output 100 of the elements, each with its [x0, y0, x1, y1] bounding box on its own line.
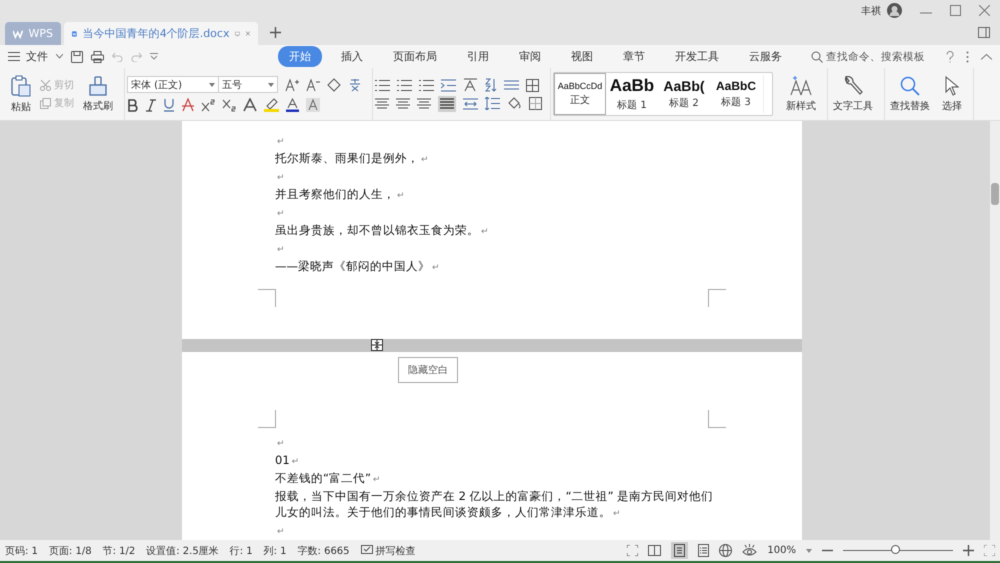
style-preview: AaBbCcDd	[558, 81, 602, 91]
zoom-in-icon[interactable]	[963, 545, 974, 556]
new-style-button[interactable]: 新样式	[783, 74, 819, 114]
style-option[interactable]: AaBb 标题 1	[606, 73, 658, 115]
search-field[interactable]: 查找命令、搜索模板	[811, 50, 934, 62]
line-spacing-icon[interactable]	[485, 97, 500, 110]
help-icon[interactable]	[946, 50, 954, 62]
paragraph: ↵	[276, 136, 286, 149]
status-item: 页面: 1/8	[48, 544, 92, 558]
ribbon-tab[interactable]: 审阅	[508, 46, 552, 67]
side-panel-icon[interactable]	[978, 27, 990, 38]
shrink-font-icon[interactable]	[306, 78, 320, 92]
new-tab-icon[interactable]	[270, 27, 281, 38]
list-icon[interactable]	[419, 78, 434, 92]
text-tools-button[interactable]: 文字工具	[830, 74, 876, 114]
page-join-icon[interactable]	[371, 338, 383, 351]
outline-view-icon[interactable]	[698, 544, 710, 557]
zoom-slider-thumb[interactable]	[890, 545, 900, 554]
find-replace-button[interactable]: 查找替换	[887, 74, 933, 114]
font-size-select[interactable]: 五号	[218, 76, 278, 93]
vertical-scrollbar[interactable]	[990, 121, 1000, 540]
file-menu[interactable]: 文件	[26, 49, 48, 64]
crop-mark-icon	[708, 289, 726, 307]
avatar-icon[interactable]	[887, 3, 902, 18]
page-view-icon[interactable]	[674, 544, 686, 557]
style-option[interactable]: AaBbCcDd 正文	[554, 73, 606, 115]
spell-check-button[interactable]: 拼写检查	[360, 544, 416, 558]
paste-button[interactable]: 粘贴	[8, 72, 34, 116]
subscript-icon[interactable]	[222, 98, 236, 112]
align-icon[interactable]	[417, 98, 431, 110]
close-icon[interactable]	[979, 5, 990, 16]
user-name[interactable]: 丰祺	[861, 4, 881, 18]
dropdown-icon[interactable]	[150, 53, 158, 60]
list-icon[interactable]	[375, 78, 390, 92]
paragraph: ↵	[276, 244, 286, 257]
ribbon-tab[interactable]: 章节	[612, 46, 656, 67]
save-icon[interactable]	[71, 50, 83, 62]
ribbon-tab[interactable]: 云服务	[738, 46, 793, 67]
zoom-dropdown[interactable]: 100%	[767, 545, 796, 556]
align-icon[interactable]	[375, 98, 389, 110]
printer-icon[interactable]	[91, 50, 104, 62]
collapse-icon[interactable]	[981, 54, 992, 60]
style-option[interactable]: AaBbC 标题 3	[710, 73, 762, 115]
sort-icon[interactable]	[485, 78, 497, 92]
caret-icon	[268, 82, 274, 86]
caret-icon[interactable]	[806, 548, 812, 552]
paragraph: 托尔斯泰、雨果们是例外， ↵	[275, 150, 430, 167]
eraser-icon[interactable]	[327, 78, 341, 92]
style-name: 正文	[570, 94, 590, 107]
underline-icon[interactable]	[163, 98, 175, 112]
indent-icon[interactable]	[441, 78, 456, 92]
align-icon[interactable]	[396, 98, 410, 110]
maximize-icon[interactable]	[950, 5, 961, 16]
format-painter-button[interactable]: 格式刷	[80, 74, 116, 114]
paragraph: ↵	[276, 526, 286, 539]
ribbon-tab[interactable]: 视图	[560, 46, 604, 67]
ribbon-tab[interactable]: 页面布局	[382, 46, 448, 67]
ribbon-tab[interactable]: 开发工具	[664, 46, 730, 67]
style-option[interactable]: AaBb( 标题 2	[658, 73, 710, 115]
pointer-icon	[945, 76, 959, 96]
italic-icon[interactable]	[146, 98, 156, 112]
eye-icon[interactable]	[742, 544, 758, 557]
status-item: 字数: 6665	[298, 544, 350, 558]
text-direction-icon[interactable]	[463, 78, 478, 92]
book-icon[interactable]	[648, 545, 662, 556]
globe-icon[interactable]	[719, 544, 732, 557]
select-button[interactable]: 选择	[939, 74, 965, 114]
fullscreen-icon[interactable]	[627, 545, 638, 556]
font-color-icon[interactable]	[286, 98, 299, 112]
menu-icon[interactable]	[8, 52, 20, 61]
caret-icon[interactable]	[56, 54, 63, 59]
fill-bucket-icon[interactable]	[507, 97, 522, 110]
text-effect-icon[interactable]	[243, 98, 257, 112]
status-item: 节: 1/2	[102, 544, 136, 558]
character-shading-icon[interactable]	[306, 98, 320, 112]
style-preview: AaBb(	[663, 78, 705, 94]
paragraph: ↵	[276, 172, 286, 185]
font-name-select[interactable]: 宋体 (正文)	[127, 76, 219, 93]
close-icon[interactable]	[246, 29, 250, 38]
scroll-thumb[interactable]	[991, 183, 999, 205]
table-icon[interactable]	[526, 78, 539, 92]
paragraph: 报载，当下中国有一万余位资产在 2 亿以上的富豪们，“二世祖” 是南方民间对他们儿女的叫法。关于他们的事情民间谈资颇多，人们常津津乐道。 ↵	[275, 488, 714, 521]
grow-font-icon[interactable]	[285, 78, 299, 92]
more-icon[interactable]	[966, 50, 969, 62]
distribute-icon[interactable]	[463, 98, 478, 110]
ribbon-tab[interactable]: 插入	[330, 46, 374, 67]
justify-icon[interactable]	[438, 96, 456, 112]
hide-blank-tooltip[interactable]: 隐藏空白	[398, 357, 458, 383]
list-icon[interactable]	[397, 78, 412, 92]
strikethrough-icon[interactable]	[182, 98, 194, 112]
ribbon-tab[interactable]: 引用	[456, 46, 500, 67]
highlighter-icon[interactable]	[264, 98, 279, 112]
superscript-icon[interactable]	[201, 98, 215, 112]
spacing-icon[interactable]	[504, 79, 519, 91]
document-tab[interactable]: 当今中国青年的4个阶层.docx	[64, 22, 258, 45]
ribbon-tab[interactable]: 开始	[278, 46, 322, 67]
bold-icon[interactable]	[127, 98, 139, 112]
border-icon[interactable]	[529, 97, 542, 110]
copy-icon	[40, 98, 51, 108]
fit-icon[interactable]	[984, 545, 995, 556]
